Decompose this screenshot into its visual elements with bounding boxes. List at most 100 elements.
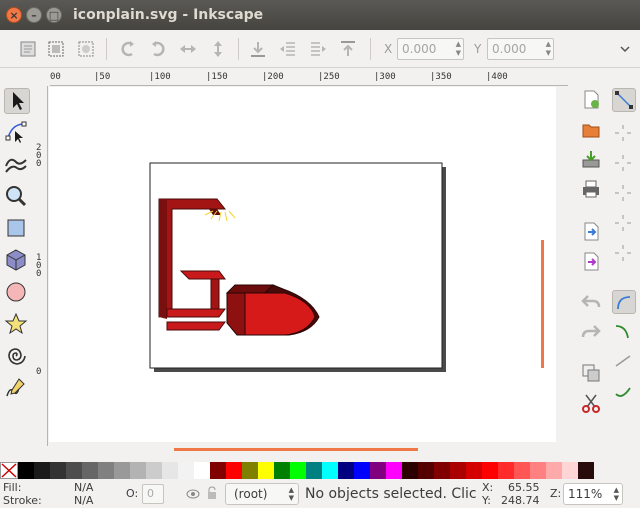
color-swatch[interactable] — [546, 462, 562, 479]
snap-nodes-button[interactable] — [612, 152, 636, 176]
no-paint-swatch[interactable] — [0, 462, 18, 479]
minimize-window-button[interactable]: – — [26, 7, 42, 23]
color-swatch[interactable] — [418, 462, 434, 479]
maximize-window-button[interactable]: □ — [46, 7, 62, 23]
zoom-tool[interactable] — [4, 184, 30, 210]
color-swatch[interactable] — [50, 462, 66, 479]
redo-button[interactable] — [580, 320, 604, 344]
color-swatch[interactable] — [530, 462, 546, 479]
color-swatch[interactable] — [274, 462, 290, 479]
color-swatch[interactable] — [306, 462, 322, 479]
flip-vertical-icon[interactable] — [208, 39, 228, 59]
color-swatch[interactable] — [194, 462, 210, 479]
selector-tool[interactable] — [4, 88, 30, 114]
horizontal-ruler[interactable]: 00 |50 |100 |150 |200 |250 |300 |350 |40… — [50, 72, 568, 86]
zoom-input[interactable]: 111% ▲ ▼ — [563, 483, 623, 505]
x-spin-arrows[interactable]: ▲ ▼ — [456, 40, 461, 58]
undo-button[interactable] — [580, 290, 604, 314]
snap-toggle-button[interactable] — [612, 88, 636, 112]
color-swatch[interactable] — [450, 462, 466, 479]
color-swatch[interactable] — [18, 462, 34, 479]
vertical-ruler[interactable]: 200 100 0 — [34, 86, 48, 446]
select-all-layers-icon[interactable] — [46, 39, 66, 59]
drawing-canvas[interactable] — [49, 87, 556, 442]
snap-smooth-button[interactable] — [612, 290, 636, 314]
opacity-input[interactable]: 0 — [142, 484, 164, 504]
lower-icon[interactable] — [278, 39, 298, 59]
color-swatch[interactable] — [482, 462, 498, 479]
cut-button[interactable] — [580, 392, 604, 416]
color-swatch[interactable] — [498, 462, 514, 479]
zoom-spin-arrows[interactable]: ▲ ▼ — [614, 486, 619, 502]
color-swatch[interactable] — [66, 462, 82, 479]
flip-horizontal-icon[interactable] — [178, 39, 198, 59]
color-swatch[interactable] — [562, 462, 578, 479]
x-coordinate-input[interactable]: 0.000 ▲ ▼ — [397, 38, 464, 60]
raise-to-top-icon[interactable] — [338, 39, 358, 59]
snap-intersection-button[interactable] — [612, 212, 636, 236]
color-swatch[interactable] — [402, 462, 418, 479]
color-swatch[interactable] — [226, 462, 242, 479]
color-swatch[interactable] — [290, 462, 306, 479]
print-button[interactable] — [580, 178, 604, 202]
ellipse-tool[interactable] — [4, 280, 30, 306]
select-all-icon[interactable] — [18, 39, 38, 59]
export-button[interactable] — [580, 220, 604, 244]
color-swatch[interactable] — [242, 462, 258, 479]
open-document-button[interactable] — [580, 118, 604, 142]
duplicate-button[interactable] — [580, 362, 604, 386]
tweak-tool[interactable] — [4, 152, 30, 178]
close-window-button[interactable]: × — [6, 7, 22, 23]
y-spin-arrows[interactable]: ▲ ▼ — [546, 40, 551, 58]
color-swatch[interactable] — [82, 462, 98, 479]
color-swatch[interactable] — [114, 462, 130, 479]
snap-midpoint-button[interactable] — [612, 320, 636, 344]
layer-lock-icon[interactable] — [206, 486, 218, 500]
3d-box-tool[interactable] — [4, 248, 30, 274]
color-swatch[interactable] — [514, 462, 530, 479]
color-swatch[interactable] — [210, 462, 226, 479]
snap-bbox-button[interactable] — [612, 122, 636, 146]
node-tool[interactable] — [4, 120, 30, 146]
snap-path-button[interactable] — [612, 182, 636, 206]
color-swatch[interactable] — [338, 462, 354, 479]
import-button[interactable] — [580, 148, 604, 172]
stroke-value[interactable]: N/A — [74, 494, 93, 507]
y-coordinate-label: Y — [474, 42, 482, 56]
color-swatch[interactable] — [386, 462, 402, 479]
color-swatch[interactable] — [322, 462, 338, 479]
star-tool[interactable] — [4, 312, 30, 338]
color-swatch[interactable] — [354, 462, 370, 479]
spiral-tool[interactable] — [4, 344, 30, 370]
toolbar-overflow-icon[interactable] — [618, 42, 632, 56]
lower-to-bottom-icon[interactable] — [248, 39, 268, 59]
rectangle-tool[interactable] — [4, 216, 30, 242]
snap-center-button[interactable] — [612, 350, 636, 374]
layer-visibility-icon[interactable] — [186, 488, 200, 500]
color-swatch[interactable] — [258, 462, 274, 479]
new-document-button[interactable] — [580, 88, 604, 112]
raise-icon[interactable] — [308, 39, 328, 59]
deselect-icon[interactable] — [76, 39, 96, 59]
color-swatch[interactable] — [98, 462, 114, 479]
color-swatch[interactable] — [578, 462, 594, 479]
vertical-scrollbar[interactable] — [541, 240, 544, 368]
color-swatch[interactable] — [34, 462, 50, 479]
color-swatch[interactable] — [162, 462, 178, 479]
y-coordinate-input[interactable]: 0.000 ▲ ▼ — [487, 38, 554, 60]
color-swatch[interactable] — [130, 462, 146, 479]
rotate-cw-icon[interactable] — [148, 39, 168, 59]
rotate-ccw-icon[interactable] — [118, 39, 138, 59]
open-export-button[interactable] — [580, 250, 604, 274]
current-layer-dropdown[interactable]: (root) ▲ ▼ — [225, 483, 299, 505]
horizontal-scrollbar[interactable] — [174, 448, 418, 451]
color-swatch[interactable] — [466, 462, 482, 479]
fill-value[interactable]: N/A — [74, 481, 93, 494]
color-swatch[interactable] — [146, 462, 162, 479]
snap-cusp-button[interactable] — [612, 242, 636, 266]
color-swatch[interactable] — [178, 462, 194, 479]
pencil-tool[interactable] — [4, 376, 30, 402]
color-swatch[interactable] — [434, 462, 450, 479]
color-swatch[interactable] — [370, 462, 386, 479]
snap-rotation-button[interactable] — [612, 380, 636, 404]
